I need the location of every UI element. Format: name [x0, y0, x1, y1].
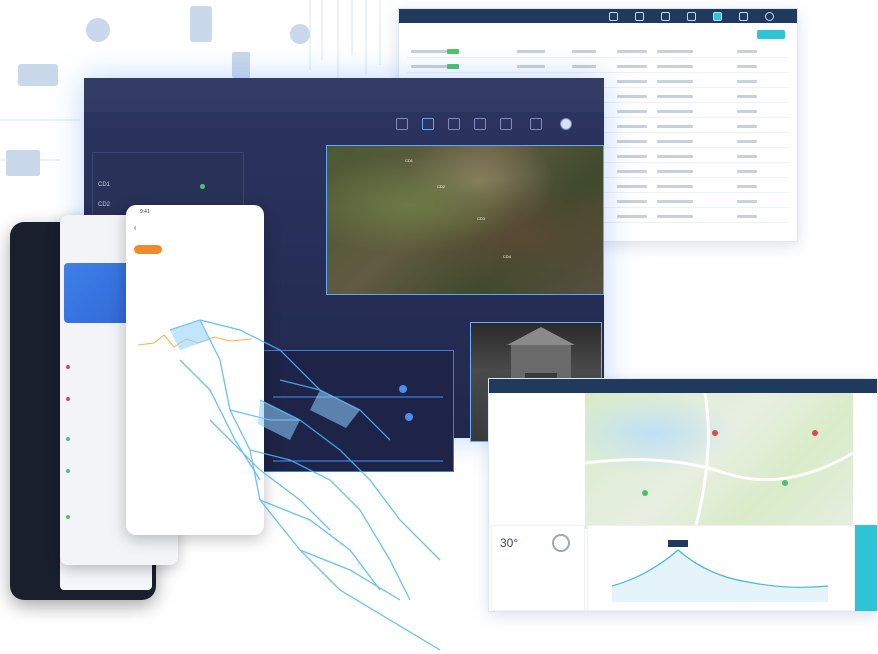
table-cell: [657, 155, 693, 158]
map-marker-label[interactable]: CD2: [437, 184, 445, 189]
avatar[interactable]: [560, 118, 572, 130]
table-cell: [657, 200, 693, 203]
table-cell: [617, 215, 647, 218]
nav-icon-active[interactable]: [422, 118, 434, 130]
table-cell: [617, 185, 647, 188]
table-cell: [617, 170, 647, 173]
table-cell: [737, 125, 757, 128]
table-cell: [657, 140, 693, 143]
action-button[interactable]: [757, 30, 785, 39]
table-cell: [517, 65, 545, 68]
map-side-toolbar[interactable]: [855, 525, 877, 611]
table-cell: [657, 170, 693, 173]
table-cell: [737, 50, 757, 53]
nav-icon[interactable]: [474, 118, 486, 130]
table-cell: [572, 65, 596, 68]
nav-icon[interactable]: [739, 12, 748, 21]
satellite-map[interactable]: CD1 CD2 CD3 CD4: [326, 145, 604, 295]
table-cell: [737, 155, 757, 158]
table-row[interactable]: [407, 62, 789, 73]
sidebar-item-cd2[interactable]: CD2: [98, 202, 110, 208]
table-cell: [737, 110, 757, 113]
tab-active[interactable]: [134, 245, 162, 254]
table-cell: [737, 185, 757, 188]
map-marker-label[interactable]: CD1: [405, 158, 413, 163]
area-chart: [611, 540, 829, 602]
nav-icon[interactable]: [635, 12, 644, 21]
table-cell: [737, 170, 757, 173]
nav-icon-active[interactable]: [713, 12, 722, 21]
map-marker-label[interactable]: CD4: [503, 254, 511, 259]
street-map[interactable]: [584, 392, 854, 530]
table-cell: [657, 215, 693, 218]
list-item[interactable]: [66, 437, 73, 443]
table-cell: [617, 110, 647, 113]
status-badge: [447, 64, 459, 69]
line-chart-panel: [587, 525, 855, 611]
map-panel-header: [489, 379, 877, 393]
table-cell: [411, 65, 451, 68]
map-roads: [584, 392, 854, 530]
list-item[interactable]: [66, 365, 73, 371]
table-cell: [657, 65, 693, 68]
table-cell: [657, 50, 693, 53]
sun-icon: [552, 534, 570, 552]
table-cell: [572, 50, 596, 53]
weather-widget: 30°: [491, 525, 585, 611]
avatar[interactable]: [765, 12, 774, 21]
status-bar-time: 9:41: [140, 209, 150, 215]
map-marker-label[interactable]: CD3: [477, 216, 485, 221]
nav-icon[interactable]: [609, 12, 618, 21]
table-cell: [617, 95, 647, 98]
back-icon[interactable]: ‹: [134, 225, 136, 232]
table-cell: [737, 140, 757, 143]
wireframe-hand: [169, 319, 441, 651]
nav-icon[interactable]: [530, 118, 542, 130]
table-cell: [737, 95, 757, 98]
table-cell: [617, 80, 647, 83]
temperature: 30°: [500, 536, 519, 550]
table-cell: [657, 125, 693, 128]
table-cell: [617, 65, 647, 68]
list-item[interactable]: [66, 515, 73, 521]
nav-icon[interactable]: [500, 118, 512, 130]
table-cell: [657, 95, 693, 98]
table-cell: [737, 215, 757, 218]
table-row[interactable]: [407, 47, 789, 58]
table-cell: [657, 185, 693, 188]
table-cell: [617, 50, 647, 53]
table-cell: [617, 140, 647, 143]
nav-icon[interactable]: [661, 12, 670, 21]
map-panel: 30°: [488, 378, 878, 612]
list-item[interactable]: [66, 469, 73, 475]
table-cell: [617, 155, 647, 158]
table-cell: [617, 200, 647, 203]
table-cell: [517, 50, 545, 53]
status-dot: [200, 184, 205, 189]
nav-icon[interactable]: [687, 12, 696, 21]
table-panel-header: [399, 9, 797, 23]
status-badge: [447, 49, 459, 54]
list-item[interactable]: [66, 397, 73, 403]
nav-icon[interactable]: [448, 118, 460, 130]
sidebar-item-cd1[interactable]: CD1: [98, 182, 110, 188]
dashboard-header: [84, 78, 604, 112]
table-cell: [657, 80, 693, 83]
table-cell: [737, 65, 757, 68]
table-cell: [737, 200, 757, 203]
nav-icon[interactable]: [396, 118, 408, 130]
table-cell: [657, 110, 693, 113]
table-cell: [411, 50, 451, 53]
table-cell: [737, 80, 757, 83]
table-cell: [617, 125, 647, 128]
